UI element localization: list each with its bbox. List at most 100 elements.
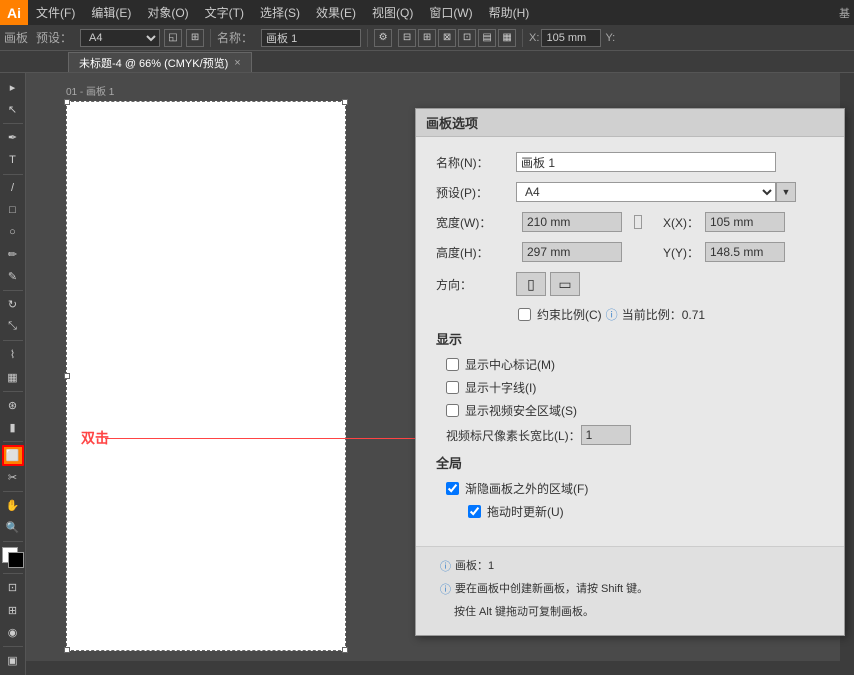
tool-pencil[interactable]: ✎ bbox=[2, 266, 24, 287]
canvas-content: 01 - 画板 1 bbox=[66, 83, 356, 663]
preset-btn1[interactable]: ◱ bbox=[164, 29, 182, 47]
update-label: 拖动时更新(U) bbox=[487, 503, 564, 520]
tool-direct-select[interactable]: ↖ bbox=[2, 99, 24, 120]
x-label: X: bbox=[529, 32, 539, 44]
constrain-checkbox[interactable] bbox=[518, 308, 531, 321]
tool-scale[interactable]: ⤡ bbox=[2, 316, 24, 337]
y-input[interactable] bbox=[705, 242, 785, 262]
tool-warp[interactable]: ⌇ bbox=[2, 344, 24, 365]
constrain-row: 约束比例(C) ⓘ 当前比例：0.71 bbox=[518, 306, 824, 323]
info-copy-text: 按住 Alt 键拖动可复制画板。 bbox=[454, 603, 594, 619]
x-input[interactable] bbox=[541, 29, 601, 47]
tool-sep1 bbox=[3, 123, 23, 124]
background-color[interactable] bbox=[8, 552, 24, 568]
menu-help[interactable]: 帮助(H) bbox=[481, 0, 538, 25]
video-ratio-input[interactable] bbox=[581, 425, 631, 445]
preset-label: 预设(P)： bbox=[436, 184, 516, 201]
fade-checkbox[interactable] bbox=[446, 482, 459, 495]
menu-effect[interactable]: 效果(E) bbox=[308, 0, 364, 25]
dialog-title: 画板选项 bbox=[416, 109, 844, 137]
tool-pen[interactable]: ✒ bbox=[2, 127, 24, 148]
x-input[interactable] bbox=[705, 212, 785, 232]
grid-btn2[interactable]: ⊞ bbox=[418, 29, 436, 47]
menu-text[interactable]: 文字(T) bbox=[197, 0, 252, 25]
preset-btn2[interactable]: ⊞ bbox=[186, 29, 204, 47]
width-label: 宽度(W)： bbox=[436, 214, 516, 231]
tab-close[interactable]: × bbox=[234, 57, 240, 69]
arrow-line bbox=[105, 438, 435, 439]
menu-view[interactable]: 视图(Q) bbox=[364, 0, 421, 25]
height-label: 高度(H)： bbox=[436, 244, 516, 261]
constrain-label: 约束比例(C) bbox=[537, 306, 602, 323]
tool-brush[interactable]: ✏ bbox=[2, 244, 24, 265]
menu-object[interactable]: 对象(O) bbox=[139, 0, 196, 25]
menu-file[interactable]: 文件(F) bbox=[28, 0, 83, 25]
crosshair-row: 显示十字线(I) bbox=[436, 379, 824, 396]
tool-select[interactable]: ▸ bbox=[2, 77, 24, 98]
preset-select[interactable]: A4 bbox=[80, 29, 160, 47]
fade-row: 渐隐画板之外的区域(F) bbox=[436, 480, 824, 497]
height-input[interactable] bbox=[522, 242, 622, 262]
tool-rotate[interactable]: ↻ bbox=[2, 294, 24, 315]
video-safe-row: 显示视频安全区域(S) bbox=[436, 402, 824, 419]
preset-select[interactable]: A4 bbox=[516, 182, 776, 202]
orient-landscape[interactable]: ▭ bbox=[550, 272, 580, 296]
y-label: Y: bbox=[605, 32, 615, 44]
active-tab[interactable]: 未标题-4 @ 66% (CMYK/预览) × bbox=[68, 52, 252, 72]
tool-sep7 bbox=[3, 491, 23, 492]
grid-btn5[interactable]: ▤ bbox=[478, 29, 496, 47]
tool-screen-mode[interactable]: ⊡ bbox=[2, 577, 24, 598]
scroll-horizontal[interactable] bbox=[26, 661, 840, 675]
color-swatch[interactable] bbox=[2, 547, 24, 568]
center-mark-row: 显示中心标记(M) bbox=[436, 356, 824, 373]
tool-zoom[interactable]: 🔍 bbox=[2, 517, 24, 538]
tool-graph[interactable]: ▦ bbox=[2, 367, 24, 388]
tool-line[interactable]: / bbox=[2, 177, 24, 198]
toolbar-settings[interactable]: ⚙ bbox=[374, 29, 392, 47]
video-safe-checkbox[interactable] bbox=[446, 404, 459, 417]
grid-btn1[interactable]: ⊟ bbox=[398, 29, 416, 47]
menu-window[interactable]: 窗口(W) bbox=[421, 0, 480, 25]
menu-select[interactable]: 选择(S) bbox=[252, 0, 308, 25]
handle-tl bbox=[64, 99, 70, 105]
tool-extra1[interactable]: ⊞ bbox=[2, 600, 24, 621]
tool-extra2[interactable]: ◉ bbox=[2, 622, 24, 643]
left-toolbar: ▸ ↖ ✒ T / □ ○ ✏ ✎ ↻ ⤡ ⌇ ▦ ⊛ ▮ ⬜ ✂ ✋ 🔍 ⊡ bbox=[0, 73, 26, 675]
info-icon2: ⓘ bbox=[440, 581, 451, 597]
update-checkbox[interactable] bbox=[468, 505, 481, 518]
grid-btn6[interactable]: ▦ bbox=[498, 29, 516, 47]
grid-btn3[interactable]: ⊠ bbox=[438, 29, 456, 47]
preset-row: 预设(P)： A4 ▼ bbox=[436, 182, 824, 202]
tool-ellipse[interactable]: ○ bbox=[2, 222, 24, 243]
tool-sep4 bbox=[3, 340, 23, 341]
menu-edit[interactable]: 编辑(E) bbox=[83, 0, 139, 25]
center-mark-checkbox[interactable] bbox=[446, 358, 459, 371]
y-coord: Y: bbox=[605, 32, 615, 44]
tool-slice[interactable]: ✂ bbox=[2, 467, 24, 488]
tool-symbol[interactable]: ⊛ bbox=[2, 395, 24, 416]
tool-rect[interactable]: □ bbox=[2, 200, 24, 221]
orient-portrait[interactable]: ▯ bbox=[516, 272, 546, 296]
crosshair-checkbox[interactable] bbox=[446, 381, 459, 394]
info-artboard-text: 画板：1 bbox=[455, 557, 494, 573]
info-artboard-row: ⓘ 画板：1 bbox=[436, 557, 824, 574]
grid-btn4[interactable]: ⊡ bbox=[458, 29, 476, 47]
tool-type[interactable]: T bbox=[2, 149, 24, 170]
tool-hand[interactable]: ✋ bbox=[2, 495, 24, 516]
name-input[interactable] bbox=[261, 29, 361, 47]
handle-bl bbox=[64, 647, 70, 653]
toolbar: 画板 预设： A4 ◱ ⊞ 名称： ⚙ ⊟ ⊞ ⊠ ⊡ ▤ ▦ X: Y: bbox=[0, 25, 854, 51]
tool-sep8 bbox=[3, 541, 23, 542]
name-label: 名称(N)： bbox=[436, 154, 516, 171]
video-ratio-label: 视频标尺像素长宽比(L)： bbox=[446, 427, 581, 444]
x-coord: X: bbox=[529, 29, 601, 47]
name-input[interactable] bbox=[516, 152, 776, 172]
preset-dropdown-btn[interactable]: ▼ bbox=[776, 182, 796, 202]
width-input[interactable] bbox=[522, 212, 622, 232]
tool-artboard[interactable]: ⬜ bbox=[2, 445, 24, 466]
tool-bar-graph[interactable]: ▮ bbox=[2, 417, 24, 438]
menubar: Ai 文件(F) 编辑(E) 对象(O) 文字(T) 选择(S) 效果(E) 视… bbox=[0, 0, 854, 25]
tool-monitor[interactable]: ▣ bbox=[2, 650, 24, 671]
app-logo: Ai bbox=[0, 0, 28, 25]
fade-label: 渐隐画板之外的区域(F) bbox=[465, 480, 588, 497]
